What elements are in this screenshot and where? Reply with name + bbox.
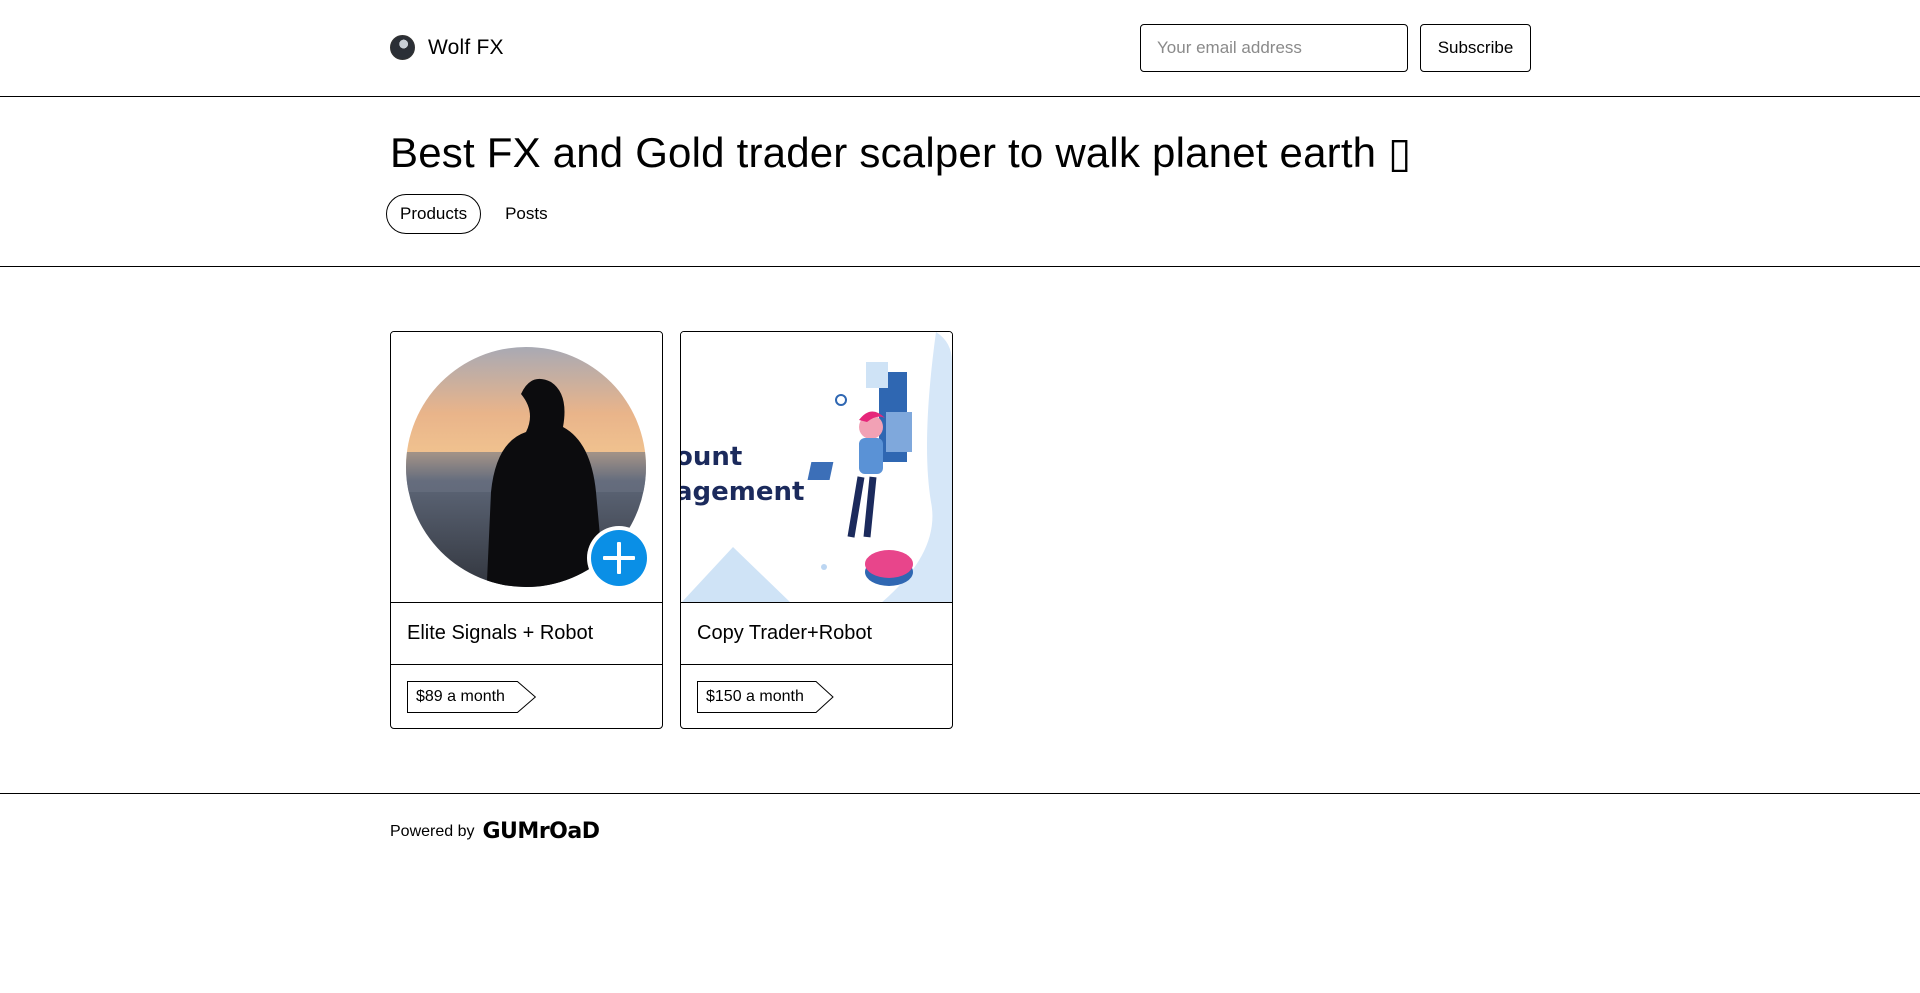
product-grid: Elite Signals + Robot $89 a month ount a… <box>390 331 953 729</box>
subscribe-button[interactable]: Subscribe <box>1420 24 1531 72</box>
tab-products[interactable]: Products <box>386 194 482 234</box>
product-card[interactable]: Elite Signals + Robot $89 a month <box>390 331 663 729</box>
powered-by[interactable]: Powered by GUMrOaD <box>390 819 600 844</box>
product-card[interactable]: ount agement Copy Trader+Robot $150 a mo… <box>680 331 953 729</box>
hooded-figure-image <box>406 347 651 590</box>
product-footer: $150 a month <box>681 665 952 728</box>
price-tag: $150 a month <box>697 680 834 713</box>
page-title: Best FX and Gold trader scalper to walk … <box>390 129 1412 176</box>
price-label: $89 a month <box>416 687 505 705</box>
product-title[interactable]: Copy Trader+Robot <box>681 603 952 665</box>
product-footer: $89 a month <box>391 665 662 728</box>
product-thumbnail[interactable] <box>391 332 662 603</box>
product-title[interactable]: Elite Signals + Robot <box>391 603 662 665</box>
product-thumbnail[interactable]: ount agement <box>681 332 952 603</box>
gumroad-logo[interactable]: GUMrOaD <box>483 819 600 844</box>
thumb-text-line1: ount <box>681 442 742 472</box>
price-tag: $89 a month <box>407 680 537 713</box>
section-tabs: Products Posts <box>386 194 562 234</box>
site-footer: Powered by GUMrOaD <box>0 793 1920 993</box>
account-management-illustration: ount agement <box>681 332 952 602</box>
price-label: $150 a month <box>706 687 804 705</box>
brand-name: Wolf FX <box>428 35 504 59</box>
profile-hero: Best FX and Gold trader scalper to walk … <box>0 97 1920 267</box>
brand[interactable]: Wolf FX <box>390 35 504 60</box>
brand-avatar <box>390 35 415 60</box>
tab-posts[interactable]: Posts <box>491 194 562 234</box>
email-input[interactable] <box>1140 24 1408 72</box>
thumb-text-line2: agement <box>681 477 804 507</box>
powered-by-label: Powered by <box>390 822 475 840</box>
site-header: Wolf FX Subscribe <box>0 0 1920 97</box>
